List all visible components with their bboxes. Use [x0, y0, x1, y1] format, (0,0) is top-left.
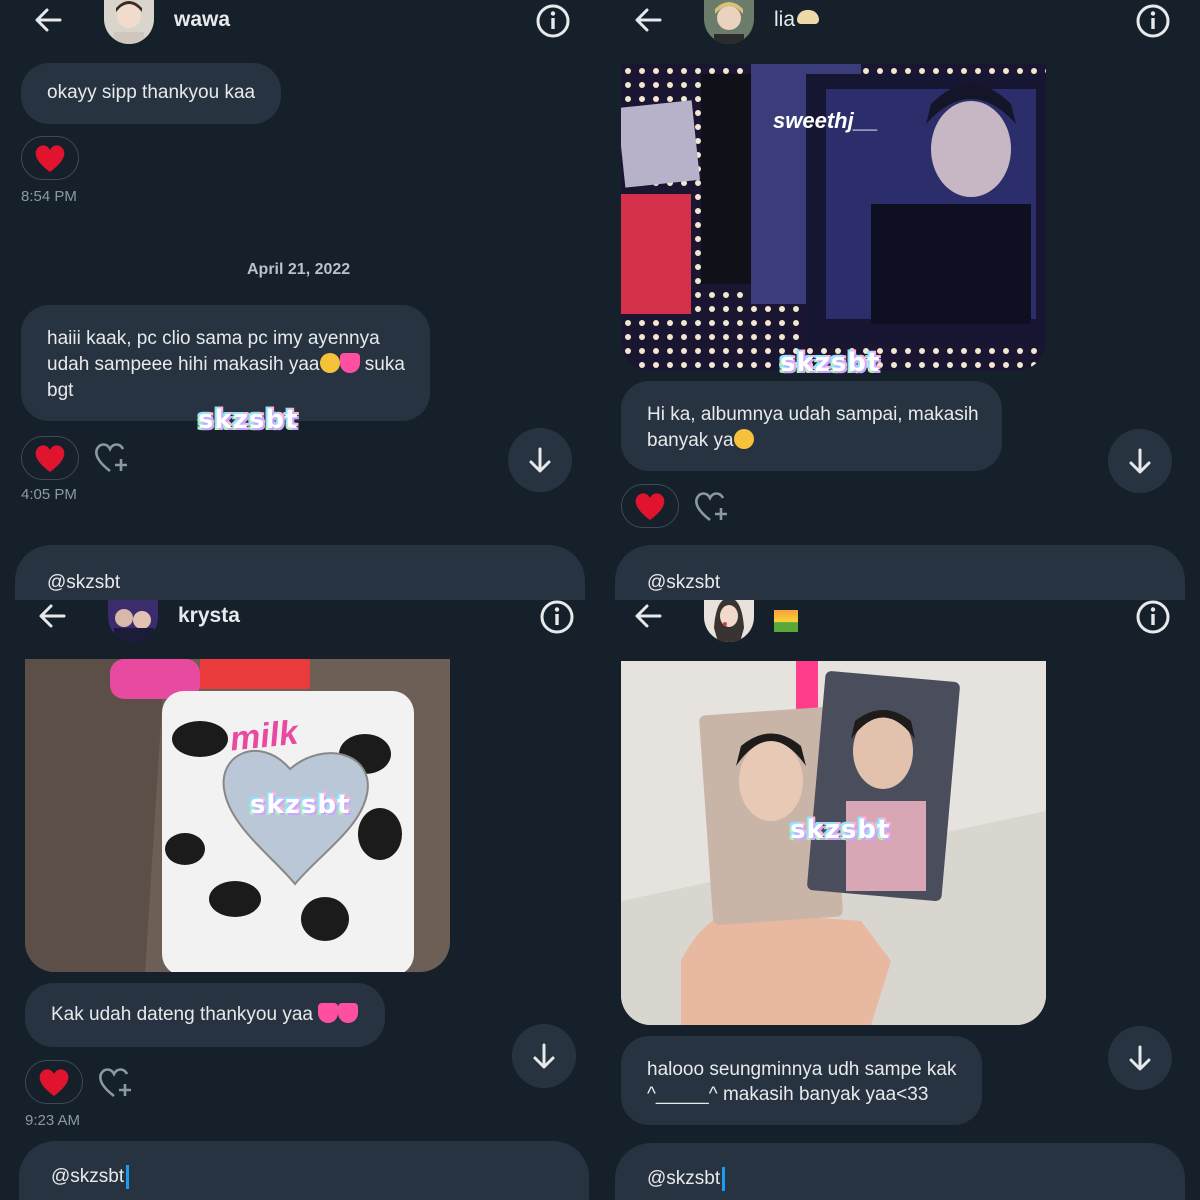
photo-caption: sweethj__	[773, 108, 879, 133]
heart-reaction[interactable]	[25, 1060, 83, 1104]
add-reaction-icon[interactable]	[694, 490, 730, 524]
message-text: Kak udah dateng thankyou yaa	[51, 1004, 313, 1025]
message-text-line: suka	[364, 354, 405, 375]
text-cursor	[722, 1167, 726, 1191]
scroll-down-button[interactable]	[512, 1024, 576, 1088]
arrow-left-icon[interactable]	[34, 600, 74, 634]
message-composer[interactable]: @skzsbt	[615, 1143, 1185, 1200]
arrow-down-icon	[1129, 1045, 1151, 1071]
timestamp: 4:05 PM	[21, 486, 77, 503]
message-composer[interactable]: @skzsbt	[15, 545, 585, 600]
conversation-header: krysta	[0, 600, 600, 642]
username[interactable]: wawa	[174, 8, 230, 32]
info-icon[interactable]	[534, 2, 572, 40]
arrow-down-icon	[1129, 448, 1151, 474]
composer-input[interactable]: @skzsbt	[47, 572, 120, 594]
composer-input[interactable]: @skzsbt	[647, 572, 720, 594]
watermark-text: skzsbt	[250, 790, 351, 820]
message-text-line: Hi ka, albumnya udah sampai, makasih	[647, 404, 979, 425]
message-photo[interactable]: milk	[25, 659, 450, 972]
croissant-emoji-icon	[797, 10, 820, 24]
dm-panel-wawa: wawa okayy sipp thankyou kaa 8:54 PM Apr…	[0, 0, 600, 600]
watermark: skzsbt	[790, 815, 890, 845]
message-composer[interactable]: @skzsbt	[19, 1141, 589, 1200]
add-reaction-icon[interactable]	[94, 441, 130, 475]
heart-icon	[39, 1069, 69, 1096]
info-icon[interactable]	[1134, 600, 1172, 636]
message-text-line: haiii kaak, pc clio sama pc imy ayennya	[47, 328, 380, 349]
pink-heart-emoji-icon	[338, 1003, 359, 1023]
avatar[interactable]	[108, 600, 158, 642]
message-photo[interactable]: sweethj__	[621, 64, 1046, 371]
composer-input[interactable]: @skzsbt	[647, 1168, 720, 1189]
timestamp: 8:54 PM	[21, 188, 77, 205]
message-text-line-group: banyak ya	[647, 428, 754, 454]
watermark-text: skzsbt	[790, 815, 891, 845]
milk-logo: milk	[228, 713, 300, 759]
dm-panel-krysta: krysta milk skzsbt Kak udah dateng thank…	[0, 600, 600, 1200]
arrow-left-icon[interactable]	[30, 2, 70, 38]
date-separator: April 21, 2022	[247, 261, 351, 278]
message-text: okayy sipp thankyou kaa	[47, 82, 256, 103]
composer-input-group[interactable]: @skzsbt	[51, 1165, 130, 1189]
pink-heart-emoji-icon	[339, 353, 360, 373]
message-text-line: ^_____^ makasih banyak yaa<33	[647, 1084, 929, 1105]
conversation-header: lia	[600, 0, 1200, 44]
heart-reaction[interactable]	[21, 136, 79, 180]
conversation-header	[600, 600, 1200, 642]
arrow-down-icon	[533, 1043, 555, 1069]
heart-icon	[635, 493, 665, 520]
watermark: skzsbt	[198, 405, 298, 435]
scroll-down-button[interactable]	[508, 428, 572, 492]
arrow-left-icon[interactable]	[630, 600, 670, 634]
sunrise-emoji-icon	[774, 610, 798, 632]
heart-icon	[35, 145, 65, 172]
watermark: skzsbt	[250, 790, 350, 820]
username-group[interactable]: lia	[774, 8, 820, 32]
timestamp: 9:23 AM	[25, 1112, 81, 1129]
message-text-line: udah sampeee hihi makasih yaa	[47, 354, 320, 375]
heart-reaction[interactable]	[621, 484, 679, 528]
username: lia	[774, 8, 796, 31]
dm-panel-lia: lia sweethj__ skzsbt Hi ka, albumnya uda…	[600, 0, 1200, 600]
avatar[interactable]	[704, 0, 754, 44]
arrow-left-icon[interactable]	[630, 2, 670, 38]
message-bubble[interactable]: Hi ka, albumnya udah sampai, makasih ban…	[621, 381, 1002, 471]
cow-print-card-holder-image	[25, 659, 450, 972]
arrow-down-icon	[529, 447, 551, 473]
username[interactable]: krysta	[178, 604, 240, 628]
dm-panel-4: skzsbt halooo seungminnya udh sampe kak …	[600, 600, 1200, 1200]
message-text-line: halooo seungminnya udh sampe kak	[647, 1059, 957, 1080]
message-text-line: banyak ya	[647, 430, 734, 451]
text-cursor	[126, 1165, 130, 1189]
scroll-down-button[interactable]	[1108, 429, 1172, 493]
watermark: skzsbt	[780, 348, 880, 378]
message-text-line: bgt	[47, 380, 74, 401]
heart-eyes-emoji-icon	[733, 429, 754, 449]
add-reaction-icon[interactable]	[98, 1066, 134, 1100]
avatar[interactable]	[704, 600, 754, 642]
message-bubble[interactable]: okayy sipp thankyou kaa	[21, 63, 281, 124]
message-bubble[interactable]: haiii kaak, pc clio sama pc imy ayennya …	[21, 305, 430, 421]
scroll-down-button[interactable]	[1108, 1026, 1172, 1090]
avatar[interactable]	[104, 0, 154, 44]
pink-heart-emoji-icon	[318, 1003, 339, 1023]
watermark-text: skzsbt	[198, 405, 299, 435]
composer-input[interactable]: @skzsbt	[51, 1166, 124, 1187]
message-bubble[interactable]: halooo seungminnya udh sampe kak ^_____^…	[621, 1036, 982, 1125]
heart-icon	[35, 445, 65, 472]
message-composer[interactable]: @skzsbt	[615, 545, 1185, 600]
watermark-text: skzsbt	[780, 348, 881, 378]
info-icon[interactable]	[1134, 2, 1172, 40]
heart-reaction[interactable]	[21, 436, 79, 480]
message-bubble[interactable]: Kak udah dateng thankyou yaa	[25, 983, 385, 1047]
conversation-header: wawa	[0, 0, 600, 44]
message-text-line-group: Kak udah dateng thankyou yaa	[51, 1002, 359, 1028]
pleading-face-emoji-icon	[319, 353, 340, 373]
composer-input-group[interactable]: @skzsbt	[647, 1167, 726, 1191]
message-text-line-group: udah sampeee hihi makasih yaa suka	[47, 352, 405, 378]
info-icon[interactable]	[538, 600, 576, 636]
